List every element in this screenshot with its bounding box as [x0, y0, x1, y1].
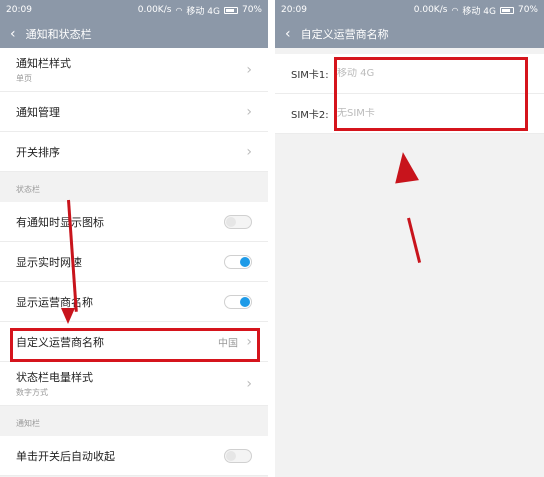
show-icon-on-notify-item[interactable]: 有通知时显示图标	[0, 202, 268, 242]
section-notification-bar: 通知栏	[0, 406, 268, 436]
carrier-indicator: 移动 4G	[462, 6, 496, 17]
show-carrier-name-toggle[interactable]	[224, 294, 252, 309]
wifi-icon: ◠	[451, 5, 459, 15]
title-bar: ‹ 通知和状态栏	[0, 20, 268, 48]
auto-collapse-toggle[interactable]	[224, 448, 252, 463]
page-title: 通知和状态栏	[25, 28, 92, 41]
chevron-right-icon: ›	[246, 375, 252, 392]
status-time: 20:09	[281, 5, 307, 15]
auto-collapse-label: 单击开关后自动收起	[16, 449, 115, 463]
auto-collapse-item[interactable]: 单击开关后自动收起	[0, 436, 268, 476]
highlight-box-sim-inputs	[334, 57, 528, 131]
battery-icon	[223, 6, 238, 14]
notification-style-label: 通知栏样式	[16, 57, 71, 70]
battery-icon	[499, 6, 514, 14]
network-speed: 0.00K/s	[137, 5, 172, 15]
status-bar: 20:09 0.00K/s ◠ 移动 4G 70%	[0, 0, 268, 20]
annotation-arrow-shaft	[407, 217, 422, 263]
title-bar: ‹ 自定义运营商名称	[275, 20, 544, 48]
show-icon-on-notify-label: 有通知时显示图标	[16, 215, 104, 229]
show-network-speed-toggle[interactable]	[224, 254, 252, 269]
toggle-order-item[interactable]: 开关排序 ›	[0, 132, 268, 172]
carrier-indicator: 移动 4G	[186, 6, 220, 17]
notification-management-item[interactable]: 通知管理 ›	[0, 92, 268, 132]
settings-group-top: 通知栏样式 单页 › 通知管理 › 开关排序 ›	[0, 48, 268, 172]
battery-percent: 70%	[517, 5, 538, 15]
highlight-box-custom-carrier	[10, 328, 260, 362]
left-screen: 20:09 0.00K/s ◠ 移动 4G 70% ‹ 通知和状态栏 通知栏样式…	[0, 0, 268, 477]
show-carrier-name-item[interactable]: 显示运营商名称	[0, 282, 268, 322]
battery-percent: 70%	[241, 5, 262, 15]
battery-style-label: 状态栏电量样式	[16, 371, 93, 384]
toggle-order-label: 开关排序	[16, 145, 60, 159]
notification-management-label: 通知管理	[16, 105, 60, 119]
chevron-right-icon: ›	[246, 61, 252, 78]
sim2-label: SIM卡2:	[291, 110, 329, 121]
back-arrow-icon[interactable]: ‹	[10, 27, 16, 41]
settings-group-notify: 单击开关后自动收起	[0, 436, 268, 476]
section-status-bar: 状态栏	[0, 172, 268, 202]
status-bar: 20:09 0.00K/s ◠ 移动 4G 70%	[275, 0, 544, 20]
annotation-arrow-head	[61, 308, 75, 324]
annotation-arrow-head	[391, 150, 419, 184]
page-title: 自定义运营商名称	[300, 28, 389, 41]
chevron-right-icon: ›	[246, 103, 252, 120]
sim1-label: SIM卡1:	[291, 70, 329, 81]
battery-style-value: 数字方式	[16, 388, 48, 397]
show-network-speed-item[interactable]: 显示实时网速	[0, 242, 268, 282]
wifi-icon: ◠	[175, 5, 183, 15]
status-time: 20:09	[6, 5, 32, 15]
battery-style-item[interactable]: 状态栏电量样式 数字方式 ›	[0, 362, 268, 406]
right-screen: 20:09 0.00K/s ◠ 移动 4G 70% ‹ 自定义运营商名称 SIM…	[275, 0, 544, 477]
notification-style-value: 单页	[16, 74, 32, 83]
chevron-right-icon: ›	[246, 143, 252, 160]
network-speed: 0.00K/s	[413, 5, 448, 15]
settings-group-status: 有通知时显示图标 显示实时网速 显示运营商名称 自定义运营商名称 中国 › 状态…	[0, 202, 268, 406]
show-icon-on-notify-toggle[interactable]	[224, 214, 252, 229]
back-arrow-icon[interactable]: ‹	[285, 27, 291, 41]
notification-style-item[interactable]: 通知栏样式 单页 ›	[0, 48, 268, 92]
show-carrier-name-label: 显示运营商名称	[16, 295, 93, 309]
